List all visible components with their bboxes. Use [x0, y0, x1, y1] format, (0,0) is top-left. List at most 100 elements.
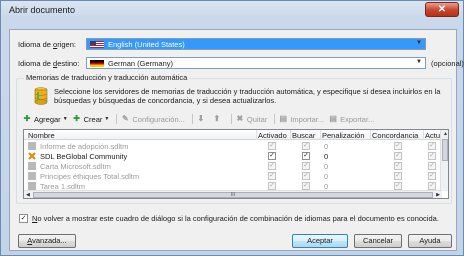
search-checkbox[interactable]: ✓: [302, 152, 310, 160]
open-document-dialog: Abrir documento ✕ Idioma de origen: Engl…: [0, 0, 464, 256]
target-language-value: German (Germany): [108, 59, 174, 68]
tm-toolbar: ✚ Agregar ▼ ✚ Crear ▼ ✎ Configuración...…: [22, 113, 378, 125]
chevron-down-icon[interactable]: ▼: [416, 59, 422, 65]
close-button[interactable]: ✕: [425, 2, 459, 17]
remove-button[interactable]: ✖ Quitar: [235, 114, 268, 124]
concordance-checkbox[interactable]: ✓: [394, 172, 402, 180]
update-checkbox[interactable]: ✓: [428, 142, 436, 150]
add-button[interactable]: ✚ Agregar ▼: [22, 114, 68, 124]
search-checkbox[interactable]: ✓: [302, 172, 310, 180]
scroll-right-icon[interactable]: ▶: [436, 192, 440, 198]
horizontal-scrollbar[interactable]: ◀ III ▶: [24, 190, 442, 198]
column-divider[interactable]: [423, 130, 424, 140]
toolbar-separator: [274, 114, 276, 124]
tm-grid[interactable]: Nombre Activado Buscar Penalización Conc…: [23, 129, 449, 199]
column-divider[interactable]: [256, 130, 257, 140]
penalty-value[interactable]: 0: [324, 152, 328, 161]
move-down-button[interactable]: ⬇: [196, 114, 208, 124]
cancel-button[interactable]: Cancelar: [354, 234, 402, 248]
search-checkbox[interactable]: ✓: [302, 182, 310, 190]
column-header-enabled[interactable]: Activado: [258, 131, 287, 140]
update-checkbox[interactable]: ✓: [428, 152, 436, 160]
update-checkbox[interactable]: ✓: [428, 162, 436, 170]
penalty-value[interactable]: 0: [324, 162, 328, 171]
file-icon: [28, 142, 36, 150]
vertical-scroll-thumb[interactable]: [442, 139, 448, 161]
add-label: Agregar: [34, 114, 61, 124]
column-divider[interactable]: [290, 130, 291, 140]
optional-label: (opcional): [431, 59, 464, 68]
concordance-checkbox[interactable]: ✓: [394, 162, 402, 170]
scroll-up-icon[interactable]: ▲: [443, 131, 448, 137]
tm-row-name: Informe de adopción.sdltm: [40, 142, 129, 151]
tm-row[interactable]: Principes éthiques Total.sdltm ✓ ✓ 0 ✓ ✓: [24, 171, 442, 181]
penalty-value[interactable]: 0: [324, 172, 328, 181]
create-plus-icon: ✚: [73, 114, 80, 123]
scroll-left-icon[interactable]: ◀: [26, 192, 30, 198]
help-button[interactable]: Ayuda: [408, 234, 452, 248]
target-language-label: Idioma de destino:: [18, 59, 80, 68]
window-title: Abrir documento: [9, 5, 76, 15]
advanced-button[interactable]: Avanzada...: [18, 234, 76, 248]
chevron-down-icon[interactable]: ▼: [416, 40, 422, 46]
column-divider[interactable]: [370, 130, 371, 140]
update-checkbox[interactable]: ✓: [428, 182, 436, 190]
tm-row-name: Carta Microsoft.sdltm: [40, 162, 111, 171]
vertical-scrollbar[interactable]: ▲: [440, 130, 448, 191]
source-language-dropdown[interactable]: English (United States) ▼: [86, 38, 426, 50]
horizontal-scroll-thumb[interactable]: III: [33, 192, 433, 198]
concordance-checkbox[interactable]: ✓: [394, 152, 402, 160]
import-icon: ▤: [279, 114, 288, 123]
tm-description: Seleccione los servidores de memorias de…: [54, 87, 441, 105]
enabled-checkbox[interactable]: ✓: [268, 172, 276, 180]
tm-row-name: Principes éthiques Total.sdltm: [40, 172, 140, 181]
grid-header: Nombre Activado Buscar Penalización Conc…: [24, 130, 444, 140]
export-button[interactable]: ▤ Exportar...: [328, 114, 374, 124]
tm-row[interactable]: SDL BeGlobal Community ✓ ✓ 0 ✓ ✓: [24, 151, 442, 161]
title-bar[interactable]: Abrir documento ✕: [1, 1, 463, 21]
toolbar-separator: [116, 114, 118, 124]
accept-button[interactable]: Aceptar: [292, 234, 348, 248]
import-button[interactable]: ▤ Importar...: [278, 114, 325, 124]
dont-show-again-checkbox[interactable]: ✓: [19, 214, 28, 223]
enabled-checkbox[interactable]: ✓: [268, 162, 276, 170]
file-icon: [28, 172, 36, 180]
toolbar-separator: [230, 114, 232, 124]
column-header-penalty[interactable]: Penalización: [322, 131, 365, 140]
update-checkbox[interactable]: ✓: [428, 172, 436, 180]
column-divider[interactable]: [320, 130, 321, 140]
search-checkbox[interactable]: ✓: [302, 142, 310, 150]
column-header-concordance[interactable]: Concordancia: [372, 131, 418, 140]
column-header-search[interactable]: Buscar: [292, 131, 315, 140]
enabled-checkbox[interactable]: ✓: [268, 142, 276, 150]
dialog-body: Idioma de origen: English (United States…: [9, 29, 464, 251]
create-label: Crear: [83, 114, 103, 124]
dont-show-again-option[interactable]: ✓ No volver a mostrar este cuadro de diá…: [19, 214, 439, 223]
move-up-button[interactable]: ⬆: [212, 114, 224, 124]
create-button[interactable]: ✚ Crear ▼: [72, 114, 109, 124]
de-flag-icon: [90, 60, 104, 67]
enabled-checkbox[interactable]: ✓: [268, 152, 276, 160]
dropdown-arrow-icon[interactable]: ▼: [63, 116, 68, 122]
tm-group-title: Memorias de traducción y traducción auto…: [24, 73, 190, 82]
import-label: Importar...: [290, 114, 325, 124]
concordance-checkbox[interactable]: ✓: [394, 182, 402, 190]
search-checkbox[interactable]: ✓: [302, 162, 310, 170]
concordance-checkbox[interactable]: ✓: [394, 142, 402, 150]
column-header-name[interactable]: Nombre: [28, 131, 55, 140]
tm-row[interactable]: Carta Microsoft.sdltm ✓ ✓ 0 ✓ ✓: [24, 161, 442, 171]
tm-row[interactable]: Informe de adopción.sdltm ✓ ✓ 0 ✓ ✓: [24, 141, 442, 151]
target-language-dropdown[interactable]: German (Germany) ▼: [86, 57, 426, 69]
remove-x-icon: ✖: [236, 114, 244, 123]
file-icon: [28, 162, 36, 170]
dropdown-arrow-icon[interactable]: ▼: [104, 116, 109, 122]
penalty-value[interactable]: 0: [324, 142, 328, 151]
enabled-checkbox[interactable]: ✓: [268, 182, 276, 190]
arrow-up-icon: ⬆: [213, 114, 221, 123]
settings-icon: ✎: [122, 114, 129, 123]
column-header-update[interactable]: Actualiz: [425, 131, 441, 140]
remove-label: Quitar: [246, 114, 268, 124]
source-language-value: English (United States): [108, 40, 185, 49]
configure-label: Configuración...: [132, 114, 185, 124]
configure-button[interactable]: ✎ Configuración...: [120, 114, 185, 124]
